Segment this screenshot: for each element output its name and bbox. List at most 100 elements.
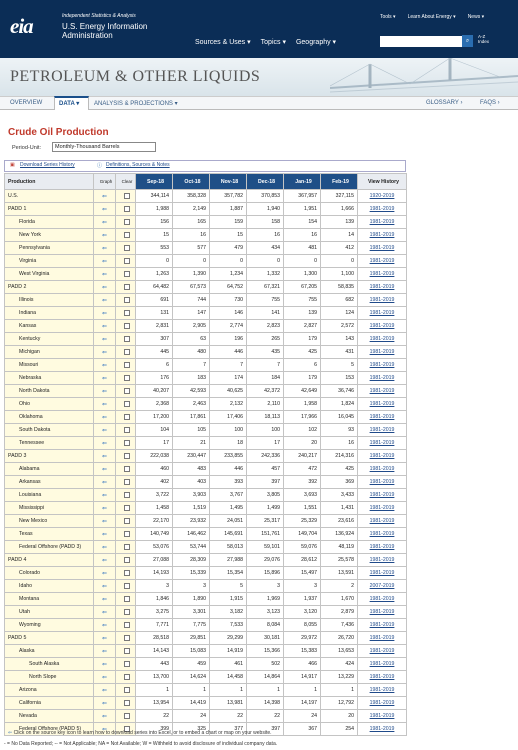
graph-checkbox[interactable] [115, 202, 136, 216]
source-key-icon[interactable]: ⇐ [93, 319, 116, 333]
view-history-link[interactable]: 1981-2019 [357, 397, 407, 411]
view-history-link[interactable]: 1981-2019 [357, 293, 407, 307]
source-key-icon[interactable]: ⇐ [93, 683, 116, 697]
source-key-icon[interactable]: ⇐ [93, 267, 116, 281]
source-key-icon[interactable]: ⇐ [93, 709, 116, 723]
graph-checkbox[interactable] [115, 527, 136, 541]
graph-checkbox[interactable] [115, 683, 136, 697]
source-key-icon[interactable]: ⇐ [93, 202, 116, 216]
graph-checkbox[interactable] [115, 605, 136, 619]
source-key-icon[interactable]: ⇐ [93, 592, 116, 606]
graph-checkbox[interactable] [115, 644, 136, 658]
view-history-link[interactable]: 1981-2019 [357, 371, 407, 385]
col-clear[interactable]: Clear [115, 173, 136, 190]
source-key-icon[interactable]: ⇐ [93, 189, 116, 203]
definitions-link[interactable]: Definitions, Sources & Notes [106, 162, 170, 168]
graph-checkbox[interactable] [115, 241, 136, 255]
graph-checkbox[interactable] [115, 436, 136, 450]
graph-checkbox[interactable] [115, 397, 136, 411]
graph-checkbox[interactable] [115, 618, 136, 632]
period-unit-select[interactable]: Monthly-Thousand Barrels [52, 142, 156, 152]
graph-checkbox[interactable] [115, 579, 136, 593]
source-key-icon[interactable]: ⇐ [93, 631, 116, 645]
source-key-icon[interactable]: ⇐ [93, 410, 116, 424]
source-key-icon[interactable]: ⇐ [93, 241, 116, 255]
view-history-link[interactable]: 1981-2019 [357, 696, 407, 710]
search-input[interactable] [380, 36, 462, 47]
tab-overview[interactable]: OVERVIEW [10, 100, 42, 106]
graph-checkbox[interactable] [115, 709, 136, 723]
graph-checkbox[interactable] [115, 566, 136, 580]
view-history-link[interactable]: 1981-2019 [357, 228, 407, 242]
graph-checkbox[interactable] [115, 280, 136, 294]
learn-menu[interactable]: Learn About Energy ▾ [408, 14, 456, 20]
source-key-icon[interactable]: ⇐ [93, 423, 116, 437]
view-history-link[interactable]: 1981-2019 [357, 514, 407, 528]
view-history-link[interactable]: 1981-2019 [357, 722, 407, 736]
graph-checkbox[interactable] [115, 306, 136, 320]
view-history-link[interactable]: 1981-2019 [357, 553, 407, 567]
graph-checkbox[interactable] [115, 462, 136, 476]
view-history-link[interactable]: 1981-2019 [357, 501, 407, 515]
view-history-link[interactable]: 1981-2019 [357, 319, 407, 333]
view-history-link[interactable]: 1981-2019 [357, 709, 407, 723]
view-history-link[interactable]: 1981-2019 [357, 215, 407, 229]
graph-checkbox[interactable] [115, 592, 136, 606]
source-key-icon[interactable]: ⇐ [93, 553, 116, 567]
tools-menu[interactable]: Tools ▾ [380, 14, 396, 20]
faqs-link[interactable]: FAQS › [480, 100, 500, 106]
source-key-icon[interactable]: ⇐ [93, 566, 116, 580]
view-history-link[interactable]: 1981-2019 [357, 475, 407, 489]
source-key-icon[interactable]: ⇐ [93, 436, 116, 450]
view-history-link[interactable]: 1981-2019 [357, 306, 407, 320]
download-series-history-link[interactable]: Download Series History [20, 162, 75, 168]
graph-checkbox[interactable] [115, 254, 136, 268]
view-history-link[interactable]: 1981-2019 [357, 449, 407, 463]
source-key-icon[interactable]: ⇐ [93, 462, 116, 476]
view-history-link[interactable]: 1920-2019 [357, 189, 407, 203]
view-history-link[interactable]: 1981-2019 [357, 280, 407, 294]
view-history-link[interactable]: 1981-2019 [357, 592, 407, 606]
view-history-link[interactable]: 1981-2019 [357, 254, 407, 268]
graph-checkbox[interactable] [115, 657, 136, 671]
graph-checkbox[interactable] [115, 371, 136, 385]
view-history-link[interactable]: 1981-2019 [357, 644, 407, 658]
graph-checkbox[interactable] [115, 670, 136, 684]
graph-checkbox[interactable] [115, 514, 136, 528]
view-history-link[interactable]: 1981-2019 [357, 423, 407, 437]
view-history-link[interactable]: 1981-2019 [357, 657, 407, 671]
source-key-icon[interactable]: ⇐ [93, 644, 116, 658]
graph-checkbox[interactable] [115, 488, 136, 502]
sources-uses-menu[interactable]: Sources & Uses ▾ [195, 38, 251, 46]
source-key-icon[interactable]: ⇐ [93, 540, 116, 554]
search-icon[interactable]: ⌕ [462, 35, 473, 47]
source-key-icon[interactable]: ⇐ [93, 514, 116, 528]
graph-checkbox[interactable] [115, 345, 136, 359]
source-key-icon[interactable]: ⇐ [93, 384, 116, 398]
source-key-icon[interactable]: ⇐ [93, 488, 116, 502]
source-key-icon[interactable]: ⇐ [93, 579, 116, 593]
source-key-icon[interactable]: ⇐ [93, 254, 116, 268]
view-history-link[interactable]: 1981-2019 [357, 540, 407, 554]
agency-name[interactable]: U.S. Energy Information Administration [62, 22, 172, 40]
graph-checkbox[interactable] [115, 449, 136, 463]
source-key-icon[interactable]: ⇐ [93, 670, 116, 684]
graph-checkbox[interactable] [115, 475, 136, 489]
view-history-link[interactable]: 2007-2019 [357, 579, 407, 593]
source-key-icon[interactable]: ⇐ [93, 657, 116, 671]
graph-checkbox[interactable] [115, 696, 136, 710]
graph-checkbox[interactable] [115, 189, 136, 203]
graph-checkbox[interactable] [115, 540, 136, 554]
graph-checkbox[interactable] [115, 423, 136, 437]
graph-checkbox[interactable] [115, 384, 136, 398]
view-history-link[interactable]: 1981-2019 [357, 267, 407, 281]
view-history-link[interactable]: 1981-2019 [357, 358, 407, 372]
view-history-link[interactable]: 1981-2019 [357, 332, 407, 346]
graph-checkbox[interactable] [115, 319, 136, 333]
source-key-icon[interactable]: ⇐ [93, 475, 116, 489]
view-history-link[interactable]: 1981-2019 [357, 384, 407, 398]
geography-menu[interactable]: Geography ▾ [296, 38, 336, 46]
source-key-icon[interactable]: ⇐ [93, 371, 116, 385]
source-key-icon[interactable]: ⇐ [93, 618, 116, 632]
graph-checkbox[interactable] [115, 410, 136, 424]
